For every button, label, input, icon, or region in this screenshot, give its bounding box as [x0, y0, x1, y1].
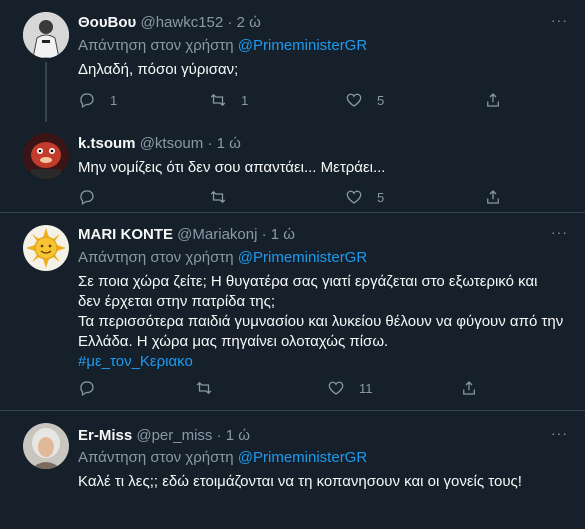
like-count: 11 — [359, 380, 373, 396]
reply-to: Απάντηση στον χρήστη @PrimeministerGR — [78, 449, 367, 466]
retweet-button[interactable] — [195, 379, 213, 397]
tweet-4[interactable]: Er-Miss @per_miss · 1 ώ ··· Απάντηση στο… — [0, 411, 585, 529]
tweet-text: Δηλαδή, πόσοι γύρισαν; — [78, 60, 238, 80]
tweet-actions: 1 1 5 — [78, 91, 499, 111]
handle[interactable]: @per_miss — [136, 427, 212, 444]
share-button[interactable] — [484, 188, 502, 206]
reply-icon — [80, 190, 94, 205]
avatar[interactable] — [23, 423, 69, 469]
retweet-button[interactable] — [209, 188, 227, 206]
tweet-text-line: Δηλαδή, πόσοι γύρισαν; — [78, 61, 239, 78]
share-button[interactable] — [460, 379, 478, 397]
tweet-text-line: Σε ποια χώρα ζείτε; Η θυγατέρα σας γιατί… — [78, 273, 538, 290]
more-icon[interactable]: ··· — [551, 224, 568, 240]
reply-count: 1 — [110, 92, 118, 108]
tweet-1[interactable]: ΘουΒου @hawkc152 · 2 ώ ··· Απάντηση στον… — [0, 0, 585, 125]
retweet-button[interactable]: 1 — [209, 91, 248, 109]
like-count: 5 — [377, 189, 385, 205]
reply-icon — [80, 381, 94, 396]
reply-icon — [80, 93, 94, 108]
tweet-text-line: Ελλάδα. Η χώρα μας πηγαίνει ολοταχώς πίσ… — [78, 333, 389, 350]
share-icon — [487, 93, 499, 107]
mention-link[interactable]: @PrimeministerGR — [238, 249, 367, 266]
retweet-count: 1 — [241, 92, 249, 108]
like-count: 5 — [377, 92, 385, 108]
reply-to-label: Απάντηση στον χρήστη — [78, 37, 234, 54]
tweet-text-line: Μην νομίζεις ότι δεν σου απαντάει... Μετ… — [78, 159, 386, 176]
separator: · — [261, 226, 267, 243]
like-button[interactable]: 5 — [345, 91, 384, 109]
tweet-text-line: δεν έρχεται στην πατρίδα της; — [78, 293, 276, 310]
more-icon[interactable]: ··· — [551, 425, 568, 441]
reply-button[interactable] — [78, 379, 96, 397]
tweet-text: Σε ποια χώρα ζείτε; Η θυγατέρα σας γιατί… — [78, 272, 573, 372]
share-icon — [487, 190, 499, 204]
tweet-header: k.tsoum @ktsoum · 1 ώ — [78, 135, 241, 152]
timestamp[interactable]: 1 ώ — [217, 135, 241, 152]
hashtag-link[interactable]: #με_τον_Κεριακο — [78, 352, 573, 372]
reply-to-label: Απάντηση στον χρήστη — [78, 249, 234, 266]
separator: · — [207, 135, 213, 152]
share-icon — [463, 381, 475, 395]
display-name[interactable]: Er-Miss — [78, 427, 132, 444]
tweet-2[interactable]: k.tsoum @ktsoum · 1 ώ Μην νομίζεις ότι δ… — [0, 125, 585, 211]
like-icon — [346, 190, 362, 204]
reply-to: Απάντηση στον χρήστη @PrimeministerGR — [78, 37, 367, 54]
retweet-icon — [196, 381, 212, 395]
reply-to-label: Απάντηση στον χρήστη — [78, 449, 234, 466]
tweet-header: ΘουΒου @hawkc152 · 2 ώ — [78, 14, 261, 31]
like-button[interactable]: 11 — [327, 379, 373, 397]
tweet-header: MARI KONTE @Mariakonj · 1 ώ — [78, 226, 295, 243]
avatar[interactable] — [23, 225, 69, 271]
handle[interactable]: @ktsoum — [140, 135, 204, 152]
thread-line — [45, 62, 47, 122]
retweet-icon — [210, 93, 226, 107]
display-name[interactable]: k.tsoum — [78, 135, 136, 152]
tweet-text: Καλέ τι λες;; εδώ ετοιμάζονται να τη κοπ… — [78, 472, 573, 492]
display-name[interactable]: ΘουΒου — [78, 14, 136, 31]
tweet-actions: 5 — [78, 188, 499, 208]
timestamp[interactable]: 1 ώ — [271, 226, 295, 243]
more-icon[interactable]: ··· — [551, 12, 568, 28]
like-icon — [346, 93, 362, 107]
like-icon — [328, 381, 344, 395]
share-button[interactable] — [484, 91, 502, 109]
separator: · — [216, 427, 222, 444]
tweet-text-line: Καλέ τι λες;; εδώ ετοιμάζονται να τη κοπ… — [78, 473, 522, 490]
display-name[interactable]: MARI KONTE — [78, 226, 173, 243]
avatar[interactable] — [23, 133, 69, 179]
timestamp[interactable]: 2 ώ — [237, 14, 261, 31]
like-button[interactable]: 5 — [345, 188, 384, 206]
handle[interactable]: @Mariakonj — [177, 226, 257, 243]
reply-button[interactable]: 1 — [78, 91, 117, 109]
tweet-header: Er-Miss @per_miss · 1 ώ — [78, 427, 250, 444]
avatar[interactable] — [23, 12, 69, 58]
timestamp[interactable]: 1 ώ — [226, 427, 250, 444]
separator: · — [227, 14, 233, 31]
reply-to: Απάντηση στον χρήστη @PrimeministerGR — [78, 249, 367, 266]
handle[interactable]: @hawkc152 — [140, 14, 223, 31]
tweet-text-line: Τα περισσότερα παιδιά γυμνασίου και λυκε… — [78, 313, 564, 330]
tweet-3[interactable]: MARI KONTE @Mariakonj · 1 ώ ··· Απάντηση… — [0, 213, 585, 409]
tweet-text: Μην νομίζεις ότι δεν σου απαντάει... Μετ… — [78, 158, 385, 178]
retweet-icon — [210, 190, 226, 204]
reply-button[interactable] — [78, 188, 96, 206]
mention-link[interactable]: @PrimeministerGR — [238, 449, 367, 466]
tweet-actions: 11 — [78, 379, 498, 399]
mention-link[interactable]: @PrimeministerGR — [238, 37, 367, 54]
